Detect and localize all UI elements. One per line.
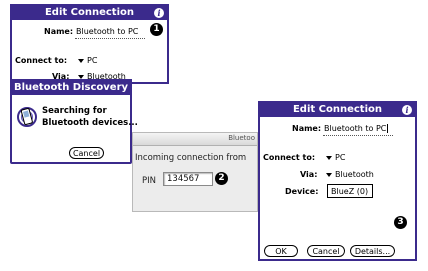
info-icon[interactable]: i [154,8,164,18]
bluetooth-discovery-dialog: Bluetooth Discovery Searching for Blueto… [10,79,138,164]
searching-line2: Bluetooth devices... [42,118,138,128]
device-value: BlueZ (0) [331,187,369,196]
dropdown-triangle-icon [78,74,84,79]
device-label: Device: [285,187,319,196]
searching-line1: Searching for [42,106,107,116]
pin-input[interactable]: 134567 [163,172,213,186]
name-field-underline [323,135,393,136]
device-selector[interactable]: BlueZ (0) [327,184,373,198]
name-label: Name: [44,27,74,36]
window-title: Bluetoo [228,134,255,142]
callout-1: 1 [150,23,163,36]
handheld-search-icon [17,107,37,127]
dropdown-triangle-icon [326,155,332,160]
pin-label: PIN [142,176,156,186]
cancel-button[interactable]: Cancel [307,245,345,257]
connect-to-popup[interactable]: PC [326,153,345,162]
name-field[interactable]: Bluetooth to PC [324,124,389,133]
cancel-button[interactable]: Cancel [69,147,104,159]
connect-to-label: Connect to: [15,56,68,65]
edit-connection-dialog-1: Edit Connection i Name: Bluetooth to PC … [10,4,169,84]
via-popup[interactable]: Bluetooth [326,170,374,179]
dialog-title: Edit Connection i [260,103,415,117]
dropdown-triangle-icon [78,58,84,63]
dialog-title: Edit Connection i [12,6,167,20]
window-titlebar: Bluetoo [133,133,257,146]
text-cursor [387,124,389,133]
via-label: Via: [300,170,318,179]
dropdown-triangle-icon [326,172,332,177]
callout-3: 3 [394,216,407,229]
name-label: Name: [292,124,322,133]
dialog-title-text: Edit Connection [44,7,135,18]
incoming-connection-window: Bluetoo Incoming connection from PIN 134… [132,132,258,212]
connect-to-popup[interactable]: PC [78,56,97,65]
ok-button[interactable]: OK [264,245,298,257]
dialog-title-text: Edit Connection [292,104,383,115]
pin-value: 134567 [167,174,200,184]
connect-to-label: Connect to: [263,153,316,162]
name-field[interactable]: Bluetooth to PC [76,27,138,36]
name-field-underline [75,38,145,39]
details-button[interactable]: Details... [350,245,395,257]
info-icon[interactable]: i [402,105,412,115]
edit-connection-dialog-2: Edit Connection i Name: Bluetooth to PC … [258,101,417,261]
incoming-prompt: Incoming connection from [135,153,247,163]
discovery-title: Bluetooth Discovery [12,81,130,95]
callout-2: 2 [215,172,228,185]
